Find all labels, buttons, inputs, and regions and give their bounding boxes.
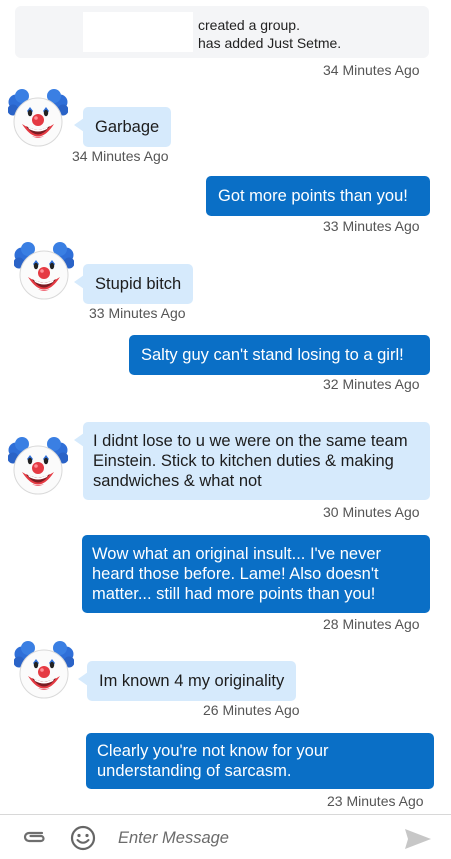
system-notice-line-2: has added Just Setme.: [198, 35, 342, 51]
message-time: 28 Minutes Ago: [323, 616, 420, 632]
clown-face-icon[interactable]: [8, 89, 68, 149]
clown-face-icon[interactable]: [14, 242, 74, 302]
send-icon[interactable]: [403, 827, 433, 851]
message-time: 34 Minutes Ago: [72, 148, 169, 164]
clown-face-icon[interactable]: [8, 437, 68, 497]
message-composer: [0, 814, 451, 859]
message-time: 30 Minutes Ago: [323, 504, 420, 520]
message-bubble-outgoing[interactable]: Salty guy can't stand losing to a girl!: [129, 335, 430, 375]
clown-face-icon[interactable]: [14, 641, 74, 701]
message-time: 32 Minutes Ago: [323, 376, 420, 392]
message-bubble-outgoing[interactable]: Wow what an original insult... I've neve…: [82, 535, 430, 613]
message-bubble-incoming[interactable]: I didnt lose to u we were on the same te…: [74, 422, 430, 500]
system-notice-card: created a group. has added Just Setme.: [15, 6, 429, 58]
message-time: 23 Minutes Ago: [327, 793, 424, 809]
redacted-name: [83, 12, 193, 52]
smiley-icon[interactable]: [70, 825, 96, 851]
system-notice-line-1: created a group.: [198, 17, 300, 33]
paperclip-icon[interactable]: [22, 829, 48, 845]
message-time: 33 Minutes Ago: [323, 218, 420, 234]
system-notice-time: 34 Minutes Ago: [323, 62, 420, 78]
message-bubble-incoming[interactable]: Garbage: [73, 107, 172, 147]
message-time: 26 Minutes Ago: [203, 702, 300, 718]
message-time: 33 Minutes Ago: [89, 305, 186, 321]
message-bubble-outgoing[interactable]: Clearly you're not know for your underst…: [86, 733, 434, 789]
message-bubble-incoming[interactable]: Stupid bitch: [73, 264, 194, 304]
message-bubble-outgoing[interactable]: Got more points than you!: [206, 176, 430, 216]
message-bubble-incoming[interactable]: Im known 4 my originality: [77, 661, 297, 701]
message-input[interactable]: [118, 827, 378, 849]
